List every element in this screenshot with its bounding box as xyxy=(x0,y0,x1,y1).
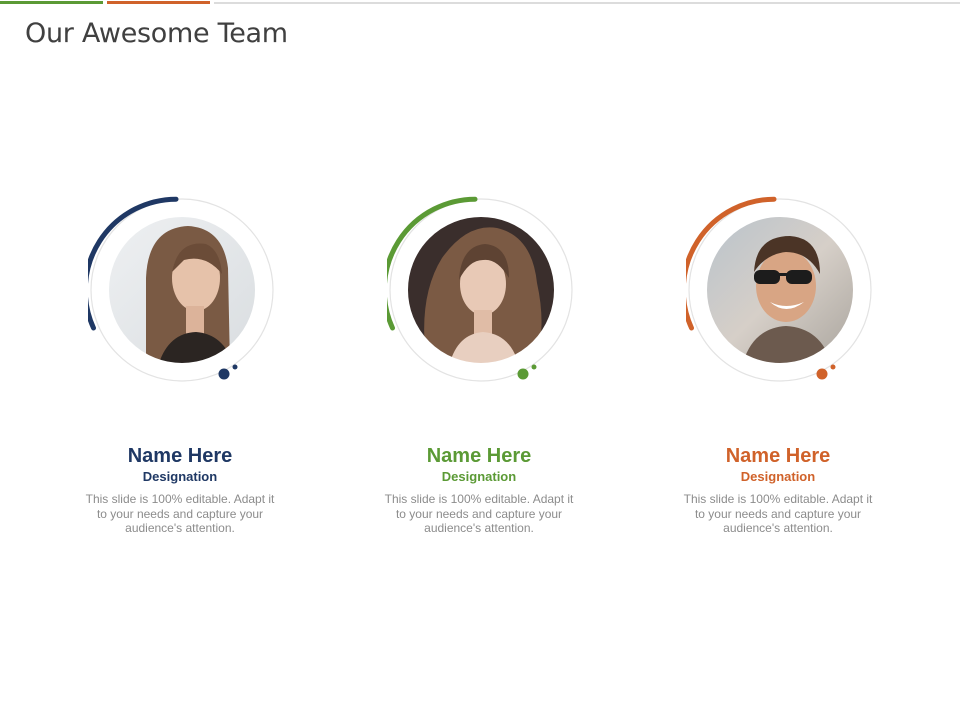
member-info: Name Here Designation This slide is 100%… xyxy=(369,444,589,536)
member-info: Name Here Designation This slide is 100%… xyxy=(668,444,888,536)
member-info: Name Here Designation This slide is 100%… xyxy=(70,444,290,536)
member-description: This slide is 100% editable. Adapt it to… xyxy=(384,492,574,535)
member-designation: Designation xyxy=(142,469,218,484)
slide: Our Awesome Team Name Here Designation T… xyxy=(0,0,960,720)
member-name: Name Here xyxy=(127,445,233,467)
accent-dot-small xyxy=(232,364,238,370)
accent-dot-large xyxy=(517,368,529,380)
profile-ring xyxy=(88,196,274,382)
accent-segment-green xyxy=(0,1,103,4)
accent-dot-large xyxy=(218,368,230,380)
profile-ring xyxy=(387,196,573,382)
member-name: Name Here xyxy=(426,445,532,467)
profile-ring xyxy=(686,196,872,382)
accent-dot-large xyxy=(816,368,828,380)
top-accent-bar xyxy=(0,0,960,4)
accent-dot-small xyxy=(830,364,836,370)
member-description: This slide is 100% editable. Adapt it to… xyxy=(683,492,873,535)
accent-segment-gray xyxy=(214,2,960,4)
slide-title: Our Awesome Team xyxy=(25,18,288,49)
member-description: This slide is 100% editable. Adapt it to… xyxy=(85,492,275,535)
member-designation: Designation xyxy=(441,469,517,484)
member-name: Name Here xyxy=(725,445,831,467)
member-designation: Designation xyxy=(740,469,816,484)
accent-segment-orange xyxy=(107,1,210,4)
accent-dot-small xyxy=(531,364,537,370)
